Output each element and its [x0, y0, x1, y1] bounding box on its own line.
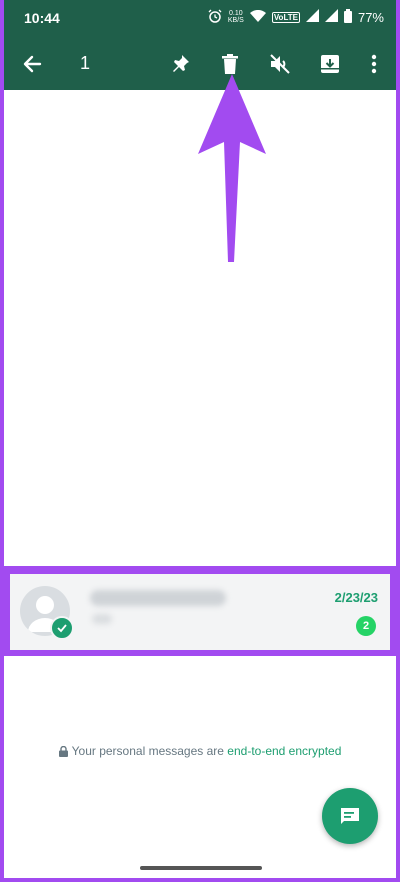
highlight-frame-bottom	[4, 650, 396, 656]
annotation-arrow-icon	[198, 74, 266, 262]
new-chat-button[interactable]	[322, 788, 378, 844]
archive-icon[interactable]	[314, 48, 346, 80]
network-speed-value: 0.10	[229, 10, 243, 17]
more-vert-icon[interactable]	[358, 48, 390, 80]
network-speed: 0.10 KB/S	[228, 10, 244, 24]
encryption-text: Your personal messages are	[71, 744, 224, 758]
signal-icon-secondary	[324, 9, 338, 25]
status-time: 10:44	[24, 10, 60, 26]
alarm-icon	[208, 9, 222, 26]
highlight-frame-top	[4, 566, 396, 574]
selected-count: 1	[80, 53, 91, 73]
highlight-frame-right	[390, 574, 396, 650]
battery-percent: 77%	[357, 9, 384, 25]
volte-badge: VoLTE	[271, 11, 300, 23]
unread-count-badge: 2	[356, 616, 376, 636]
chat-date: 2/23/23	[334, 590, 378, 605]
signal-icon	[305, 9, 319, 25]
home-indicator[interactable]	[140, 866, 262, 870]
blurred-message-preview	[92, 614, 112, 624]
message-icon	[341, 808, 359, 824]
wifi-icon	[249, 9, 266, 25]
selected-chat-row[interactable]: 2/23/23 2	[10, 574, 390, 650]
pin-icon[interactable]	[164, 48, 196, 80]
encryption-link[interactable]: end-to-end encrypted	[227, 744, 341, 758]
blurred-contact-name	[90, 590, 226, 606]
selected-check-icon	[50, 616, 74, 640]
battery-icon	[343, 8, 352, 26]
encryption-notice: Your personal messages are end-to-end en…	[4, 744, 396, 760]
lock-icon	[58, 745, 68, 760]
network-speed-unit: KB/S	[227, 17, 244, 24]
back-arrow-icon[interactable]	[16, 48, 48, 80]
status-icons: 0.10 KB/S VoLTE 77%	[208, 8, 384, 26]
phone-screen: 10:44 0.10 KB/S VoLTE 77% 1 2/23/23 2 Yo…	[4, 0, 396, 878]
